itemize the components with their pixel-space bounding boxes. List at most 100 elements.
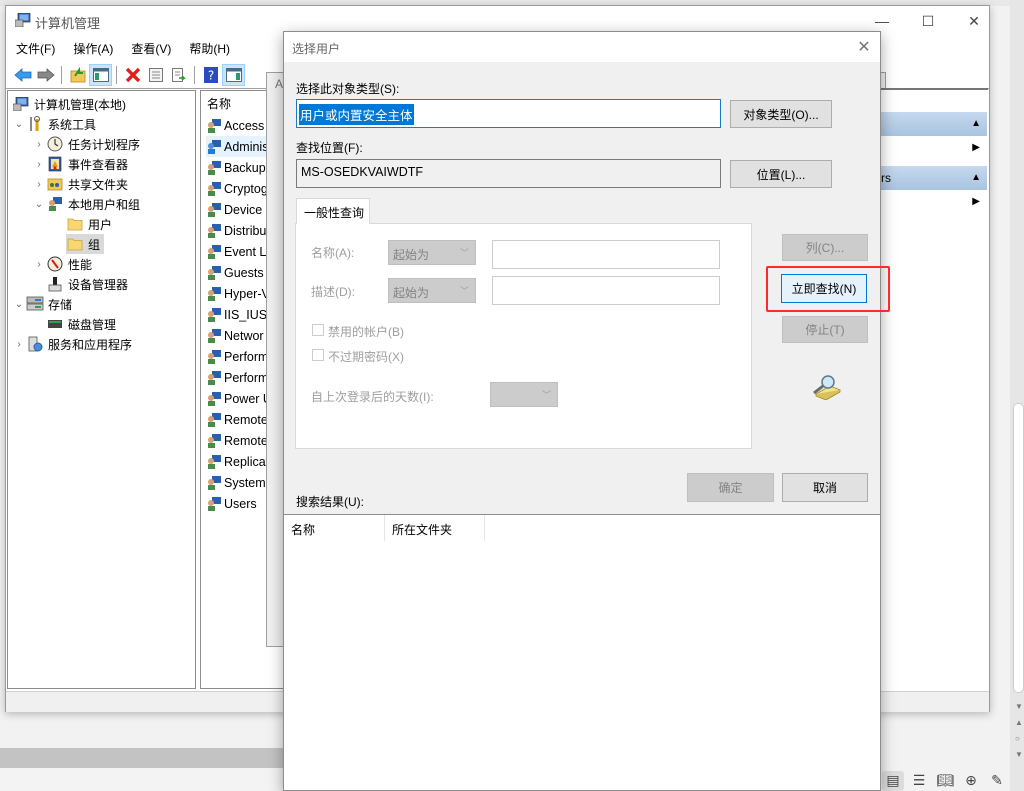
maximize-button[interactable]: ☐ (905, 6, 951, 36)
menu-help[interactable]: 帮助(H) (179, 37, 238, 59)
tree-item-services-applications[interactable]: › 服务和应用程序 (12, 334, 132, 354)
show-hide-tree-icon[interactable] (89, 63, 112, 86)
chevron-down-icon[interactable]: ⌄ (12, 119, 26, 130)
collapse-up-icon[interactable]: ▲ (971, 172, 981, 183)
properties-icon[interactable] (144, 64, 167, 86)
scroll-reset-icon[interactable]: ○ (1015, 734, 1020, 743)
group-name: Adminis (224, 139, 269, 154)
scroll-page-down-icon[interactable]: ▼ (1015, 750, 1023, 759)
group-list-item[interactable]: Guests (206, 262, 264, 283)
name-mode-select[interactable]: 起始为 ﹀ (388, 240, 476, 265)
tree-item-task-scheduler[interactable]: › 任务计划程序 (32, 134, 140, 154)
ok-button[interactable]: 确定 (687, 473, 774, 502)
help-icon[interactable]: ? (199, 64, 222, 86)
scroll-down-icon[interactable]: ▼ (1015, 702, 1023, 711)
group-list-item[interactable]: Cryptog (206, 178, 268, 199)
results-column-name[interactable]: 名称 (284, 515, 385, 541)
background-bottom (0, 768, 285, 791)
group-name: Access (224, 118, 265, 133)
menu-view[interactable]: 查看(V) (121, 37, 179, 59)
menu-file[interactable]: 文件(F) (6, 37, 63, 59)
group-icon (208, 454, 221, 469)
description-mode-select[interactable]: 起始为 ﹀ (388, 278, 476, 303)
group-list-item[interactable]: Replicat (206, 451, 269, 472)
collapse-up-icon[interactable]: ▲ (971, 118, 981, 129)
chevron-right-icon[interactable]: › (32, 159, 46, 170)
globe-icon[interactable]: ⊕ (960, 771, 982, 791)
chevron-down-icon[interactable]: ⌄ (32, 199, 46, 210)
chevron-right-icon[interactable]: › (32, 139, 46, 150)
group-list-item[interactable]: Access (206, 115, 264, 136)
object-types-button[interactable]: 对象类型(O)... (730, 100, 832, 128)
group-list-item[interactable]: Remote (206, 430, 268, 451)
show-hide-action-pane-icon[interactable] (222, 63, 245, 86)
tree-item-local-users-groups[interactable]: ⌄ 本地用户和组 (32, 194, 140, 214)
cancel-button[interactable]: 取消 (782, 473, 868, 502)
group-list-item[interactable]: Users (206, 493, 257, 514)
columns-button[interactable]: 列(C)... (782, 234, 868, 261)
forward-arrow-icon[interactable] (34, 64, 57, 86)
delete-icon[interactable] (121, 64, 144, 86)
tree-item-shared-folders[interactable]: › 共享文件夹 (32, 174, 128, 194)
find-now-button[interactable]: 立即查找(N) (781, 274, 867, 303)
location-label: 查找位置(F): (296, 141, 363, 155)
chevron-right-icon[interactable]: › (12, 339, 26, 350)
group-list-item[interactable]: Perform (206, 367, 268, 388)
chevron-down-icon[interactable]: ⌄ (12, 299, 26, 310)
scroll-page-up-icon[interactable]: ▲ (1015, 718, 1023, 727)
background-scrollbar-thumb[interactable] (1013, 403, 1024, 693)
background-bar (0, 748, 285, 768)
stop-button[interactable]: 停止(T) (782, 316, 868, 343)
group-icon (208, 244, 221, 259)
more-actions-arrow-icon[interactable]: ▶ (972, 142, 980, 153)
chevron-right-icon[interactable]: › (32, 179, 46, 190)
group-list-item[interactable]: Remote (206, 409, 268, 430)
non-expiring-password-checkbox[interactable] (312, 349, 324, 361)
group-list-item[interactable]: Backup (206, 157, 266, 178)
close-icon[interactable]: ✕ (854, 37, 874, 57)
location-value: MS-OSEDKVAIWDTF (301, 165, 423, 179)
group-list-item[interactable]: Adminis (206, 136, 269, 157)
tree-item-device-manager[interactable]: 设备管理器 (46, 274, 128, 294)
tree-item-event-viewer[interactable]: › 事件查看器 (32, 154, 128, 174)
tree-item-groups[interactable]: 组 (66, 234, 105, 254)
group-list-item[interactable]: Power U (206, 388, 272, 409)
console-tree: 计算机管理(本地) ⌄ 系统工具 › 任务计划程序 › 事件查看器 › 共享文件… (7, 90, 196, 689)
description-input[interactable] (492, 276, 720, 305)
group-list-item[interactable]: Distribu (206, 220, 266, 241)
document-icon[interactable]: ▤ (882, 770, 904, 791)
name-input[interactable] (492, 240, 720, 269)
group-list-item[interactable]: System (206, 472, 266, 493)
tree-item-system-tools[interactable]: ⌄ 系统工具 (12, 114, 96, 134)
group-list-item[interactable]: Perform (206, 346, 268, 367)
tree-item-performance[interactable]: › 性能 (32, 254, 92, 274)
tree-item-storage[interactable]: ⌄ 存储 (12, 294, 72, 314)
search-results-list[interactable]: 名称 所在文件夹 (284, 514, 880, 790)
group-name: System (224, 475, 266, 490)
days-since-logon-select[interactable]: ﹀ (490, 382, 558, 407)
column-header-name[interactable]: 名称 (207, 95, 231, 112)
tree-item-disk-management[interactable]: 磁盘管理 (46, 314, 116, 334)
tab-common-queries[interactable]: 一般性查询 (296, 198, 370, 224)
back-arrow-icon[interactable] (11, 64, 34, 86)
list-icon[interactable]: ☰ (908, 771, 930, 791)
object-type-field[interactable]: 用户或内置安全主体 (296, 99, 721, 128)
menu-action[interactable]: 操作(A) (63, 37, 121, 59)
group-list-item[interactable]: Networ (206, 325, 264, 346)
locations-button[interactable]: 位置(L)... (730, 160, 832, 188)
group-list-item[interactable]: Device (206, 199, 262, 220)
group-list-item[interactable]: Event Lo (206, 241, 273, 262)
more-actions-arrow-icon[interactable]: ▶ (972, 196, 980, 207)
tree-item-computer-management[interactable]: 计算机管理(本地) (12, 94, 126, 114)
book-icon[interactable]: 📖︎ (934, 771, 956, 791)
export-list-icon[interactable] (167, 64, 190, 86)
tree-item-users[interactable]: 用户 (66, 214, 112, 234)
chevron-right-icon[interactable]: › (32, 259, 46, 270)
up-folder-icon[interactable] (66, 64, 89, 86)
close-button[interactable]: ✕ (951, 6, 997, 36)
pen-icon[interactable]: ✎ (986, 771, 1008, 791)
group-list-item[interactable]: Hyper-V (206, 283, 270, 304)
group-name: Distribu (224, 223, 267, 238)
disabled-accounts-checkbox[interactable] (312, 324, 324, 336)
results-column-folder[interactable]: 所在文件夹 (385, 515, 485, 541)
